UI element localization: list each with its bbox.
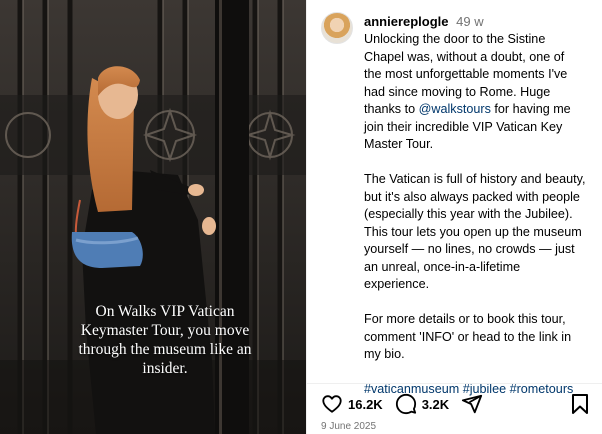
heart-icon bbox=[322, 395, 342, 413]
caption-line: (especially this year with the Jubilee). bbox=[364, 207, 573, 221]
comment-button[interactable]: 3.2K bbox=[395, 393, 449, 415]
caption-line: This tour lets you open up the museum bbox=[364, 224, 582, 239]
caption-line: comment 'INFO' or head to the link in bbox=[364, 329, 572, 344]
save-button[interactable] bbox=[570, 393, 590, 420]
caption-header: anniereplogle 49 w bbox=[364, 14, 484, 29]
like-button[interactable]: 16.2K bbox=[321, 393, 383, 415]
overlay-line: Keymaster Tour, you move bbox=[80, 322, 250, 339]
caption-area: anniereplogle 49 w Unlocking the door to… bbox=[307, 0, 602, 396]
caption-line: but it's also always packed with people bbox=[364, 189, 580, 204]
avatar[interactable] bbox=[321, 12, 353, 44]
caption-line: For more details or to book this tour, bbox=[364, 312, 566, 326]
caption-line: join their incredible VIP Vatican Key bbox=[364, 119, 563, 134]
comment-icon bbox=[395, 393, 416, 415]
username-link[interactable]: anniereplogle bbox=[364, 14, 449, 29]
share-button[interactable] bbox=[461, 393, 483, 415]
caption-line: Chapel was, without a doubt, one of bbox=[364, 49, 565, 64]
caption-segment: for having me bbox=[490, 102, 571, 116]
post-date[interactable]: 9 June 2025 bbox=[321, 421, 376, 432]
overlay-line: On Walks VIP Vatican bbox=[95, 303, 235, 320]
overlay-line: through the museum like an bbox=[78, 341, 252, 358]
caption-segment: thanks to bbox=[364, 102, 419, 116]
comment-count: 3.2K bbox=[421, 396, 450, 412]
like-count: 16.2K bbox=[348, 396, 383, 412]
caption-line: Master Tour. bbox=[364, 137, 434, 151]
post-media[interactable]: On Walks VIP Vatican Keymaster Tour, you… bbox=[0, 0, 306, 434]
caption-line: The Vatican is full of history and beaut… bbox=[364, 172, 586, 186]
caption-text: Unlocking the door to the Sistine Chapel… bbox=[364, 31, 596, 399]
mention-link[interactable]: @walkstours bbox=[419, 102, 491, 116]
caption-line: had since moving to Rome. Huge bbox=[364, 84, 551, 99]
caption-line: yourself — no lines, no crowds — just bbox=[364, 242, 575, 256]
media-caption-overlay: On Walks VIP Vatican Keymaster Tour, you… bbox=[40, 302, 290, 378]
bookmark-icon bbox=[572, 394, 588, 414]
caption-line: an unreal, once-in-a-lifetime bbox=[364, 259, 521, 274]
caption-line: the most unforgettable moments I've bbox=[364, 67, 568, 81]
post-time[interactable]: 49 w bbox=[456, 14, 483, 29]
caption-line: Unlocking the door to the Sistine bbox=[364, 32, 546, 46]
action-bar: 16.2K 3.2K bbox=[321, 392, 495, 416]
instagram-post: On Walks VIP Vatican Keymaster Tour, you… bbox=[0, 0, 602, 434]
overlay-line: insider. bbox=[142, 360, 188, 377]
caption-line: my bio. bbox=[364, 347, 405, 361]
caption-line: thanks to @walkstours for having me bbox=[364, 101, 596, 119]
post-side-panel: anniereplogle 49 w Unlocking the door to… bbox=[306, 0, 602, 434]
share-icon bbox=[462, 394, 483, 414]
caption-line: experience. bbox=[364, 277, 430, 291]
divider bbox=[307, 383, 602, 384]
